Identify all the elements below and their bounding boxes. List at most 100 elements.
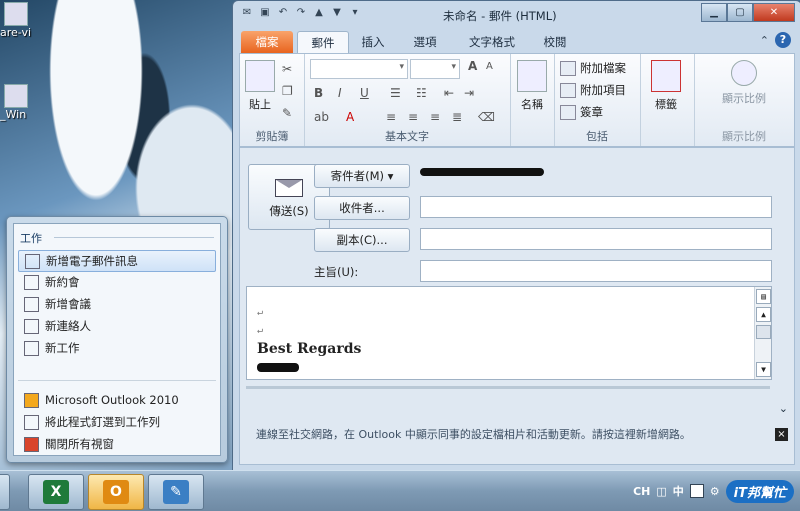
clear-format-icon[interactable]: ⌫ — [478, 110, 495, 124]
from-button[interactable]: 寄件者(M) ▾ — [314, 164, 410, 188]
numbering-icon[interactable]: ☷ — [416, 86, 427, 100]
align-left-icon[interactable]: ≡ — [386, 110, 396, 124]
font-size-combo[interactable] — [410, 59, 460, 79]
expand-people-pane-icon[interactable]: ⌄ — [779, 402, 788, 415]
tab-format-text[interactable]: 文字格式 — [457, 31, 527, 53]
taskbar-paint-button[interactable]: ✎ — [148, 474, 204, 510]
italic-button[interactable]: I — [338, 86, 342, 100]
to-button[interactable]: 收件者... — [314, 196, 410, 220]
align-center-icon[interactable]: ≡ — [408, 110, 418, 124]
outlook-compose-window: ✉ ▣ ↶ ↷ ▲ ▼ ▾ 未命名 - 郵件 (HTML) ▁ ▢ ✕ 檔案 郵… — [232, 0, 800, 472]
zoom-button[interactable]: 顯示比例 — [706, 60, 782, 106]
taskbar-excel-button[interactable]: X — [28, 474, 84, 510]
ime-width-icon[interactable] — [689, 484, 704, 498]
envelope-icon — [275, 179, 303, 197]
calendar-icon — [24, 274, 39, 290]
start-area[interactable] — [0, 474, 10, 510]
font-color-icon[interactable]: A — [346, 110, 354, 124]
subject-field[interactable] — [420, 260, 772, 282]
message-body[interactable]: ↵ ↵ Best Regards ▤ ▲ ▼ — [246, 286, 772, 380]
language-indicator[interactable]: CH — [633, 485, 650, 498]
shrink-font-icon[interactable]: A — [486, 61, 493, 72]
format-painter-icon[interactable]: ✎ — [282, 106, 292, 120]
cc-field[interactable] — [420, 228, 772, 250]
flag-icon — [651, 60, 681, 92]
group-label: 基本文字 — [385, 130, 429, 143]
paste-button[interactable]: 貼上 — [242, 60, 278, 112]
help-icon[interactable]: ? — [775, 32, 791, 48]
save-icon[interactable]: ▣ — [259, 7, 271, 19]
tab-file[interactable]: 檔案 — [241, 31, 293, 53]
align-right-icon[interactable]: ≡ — [430, 110, 440, 124]
redo-icon[interactable]: ↷ — [295, 7, 307, 19]
app-menu-icon[interactable]: ✉ — [241, 7, 253, 19]
jump-pin-to-taskbar[interactable]: 將此程式釘選到工作列 — [18, 412, 216, 432]
ime-mode-icon[interactable]: ◫ — [656, 485, 666, 498]
maximize-button[interactable]: ▢ — [727, 3, 753, 22]
jump-task-new-meeting[interactable]: 新增會議 — [18, 294, 216, 314]
group-tags[interactable]: 標籤 — [640, 54, 695, 146]
body-scrollbar[interactable]: ▤ ▲ ▼ — [754, 287, 771, 379]
collapse-ribbon-icon[interactable]: ⌃ — [760, 34, 769, 47]
font-name-combo[interactable] — [310, 59, 408, 79]
highlight-icon[interactable]: ab — [314, 110, 329, 124]
jump-task-new-task[interactable]: 新工作 — [18, 338, 216, 358]
copy-icon[interactable]: ❐ — [282, 84, 293, 98]
cut-icon[interactable]: ✂ — [282, 62, 292, 76]
window-title: 未命名 - 郵件 (HTML) — [443, 9, 557, 23]
jump-task-label: 新增會議 — [45, 297, 91, 311]
tab-review[interactable]: 校閱 — [533, 31, 577, 53]
attach-file-button[interactable]: 附加檔案 — [560, 60, 626, 76]
jump-close-all-windows[interactable]: 關閉所有視窗 — [18, 434, 216, 454]
close-window-icon — [24, 436, 39, 452]
pane-splitter[interactable] — [246, 386, 770, 389]
tags-button[interactable]: 標籤 — [648, 60, 684, 112]
jump-app-outlook[interactable]: Microsoft Outlook 2010 — [18, 390, 216, 410]
decrease-indent-icon[interactable]: ⇤ — [444, 86, 454, 100]
undo-icon[interactable]: ↶ — [277, 7, 289, 19]
jump-task-new-mail[interactable]: 新增電子郵件訊息 — [18, 250, 216, 272]
attach-item-button[interactable]: 附加項目 — [560, 82, 626, 98]
jump-task-label: 新連絡人 — [45, 319, 91, 333]
bullets-icon[interactable]: ☰ — [390, 86, 401, 100]
scroll-thumb[interactable] — [756, 325, 771, 339]
to-field[interactable] — [420, 196, 772, 218]
tab-options[interactable]: 選項 — [403, 31, 447, 53]
tab-insert[interactable]: 插入 — [351, 31, 395, 53]
grow-font-icon[interactable]: A — [468, 59, 477, 73]
taskbar-outlook-button[interactable]: O — [88, 474, 144, 510]
desktop-icon-computer[interactable]: _Win — [0, 84, 40, 121]
signature-button[interactable]: 簽章 — [560, 104, 603, 120]
pin-icon — [24, 414, 39, 430]
increase-indent-icon[interactable]: ⇥ — [464, 86, 474, 100]
ime-indicator[interactable]: 中 — [673, 483, 684, 499]
ime-settings-icon[interactable]: ⚙ — [710, 485, 720, 498]
cc-button[interactable]: 副本(C)... — [314, 228, 410, 252]
title-bar[interactable]: ✉ ▣ ↶ ↷ ▲ ▼ ▾ 未命名 - 郵件 (HTML) ▁ ▢ ✕ — [233, 1, 800, 29]
group-include: 附加檔案 附加項目 簽章 包括 — [554, 54, 641, 146]
underline-button[interactable]: U — [360, 86, 369, 100]
group-names[interactable]: 名稱 — [510, 54, 555, 146]
social-connector-bar[interactable]: 連線至社交網路，在 Outlook 中顯示同事的設定檔相片和活動更新。請按這裡新… — [246, 424, 788, 444]
tab-message[interactable]: 郵件 — [297, 31, 349, 54]
address-book-icon — [517, 60, 547, 92]
jump-list: 工作 新增電子郵件訊息 新約會 新增會議 新連絡人 新工作 Microsoft … — [6, 216, 228, 463]
contact-icon — [24, 318, 39, 334]
social-close-icon[interactable]: × — [775, 428, 788, 441]
up-arrow-icon[interactable]: ▲ — [313, 7, 325, 19]
ruler-icon[interactable]: ▤ — [756, 289, 771, 304]
desktop-icon-vmware[interactable]: are-vi — [0, 2, 40, 39]
jump-task-new-contact[interactable]: 新連絡人 — [18, 316, 216, 336]
close-button[interactable]: ✕ — [753, 3, 795, 22]
down-arrow-icon[interactable]: ▼ — [331, 7, 343, 19]
justify-icon[interactable]: ≣ — [452, 110, 462, 124]
subject-label: 主旨(U): — [314, 265, 359, 279]
scroll-up-icon[interactable]: ▲ — [756, 307, 771, 322]
customize-qat-icon[interactable]: ▾ — [349, 7, 361, 19]
jump-task-new-appointment[interactable]: 新約會 — [18, 272, 216, 292]
bold-button[interactable]: B — [314, 86, 323, 100]
vmware-icon — [4, 2, 28, 26]
scroll-down-icon[interactable]: ▼ — [756, 362, 771, 377]
address-book-button[interactable]: 名稱 — [514, 60, 550, 112]
minimize-button[interactable]: ▁ — [701, 3, 727, 22]
